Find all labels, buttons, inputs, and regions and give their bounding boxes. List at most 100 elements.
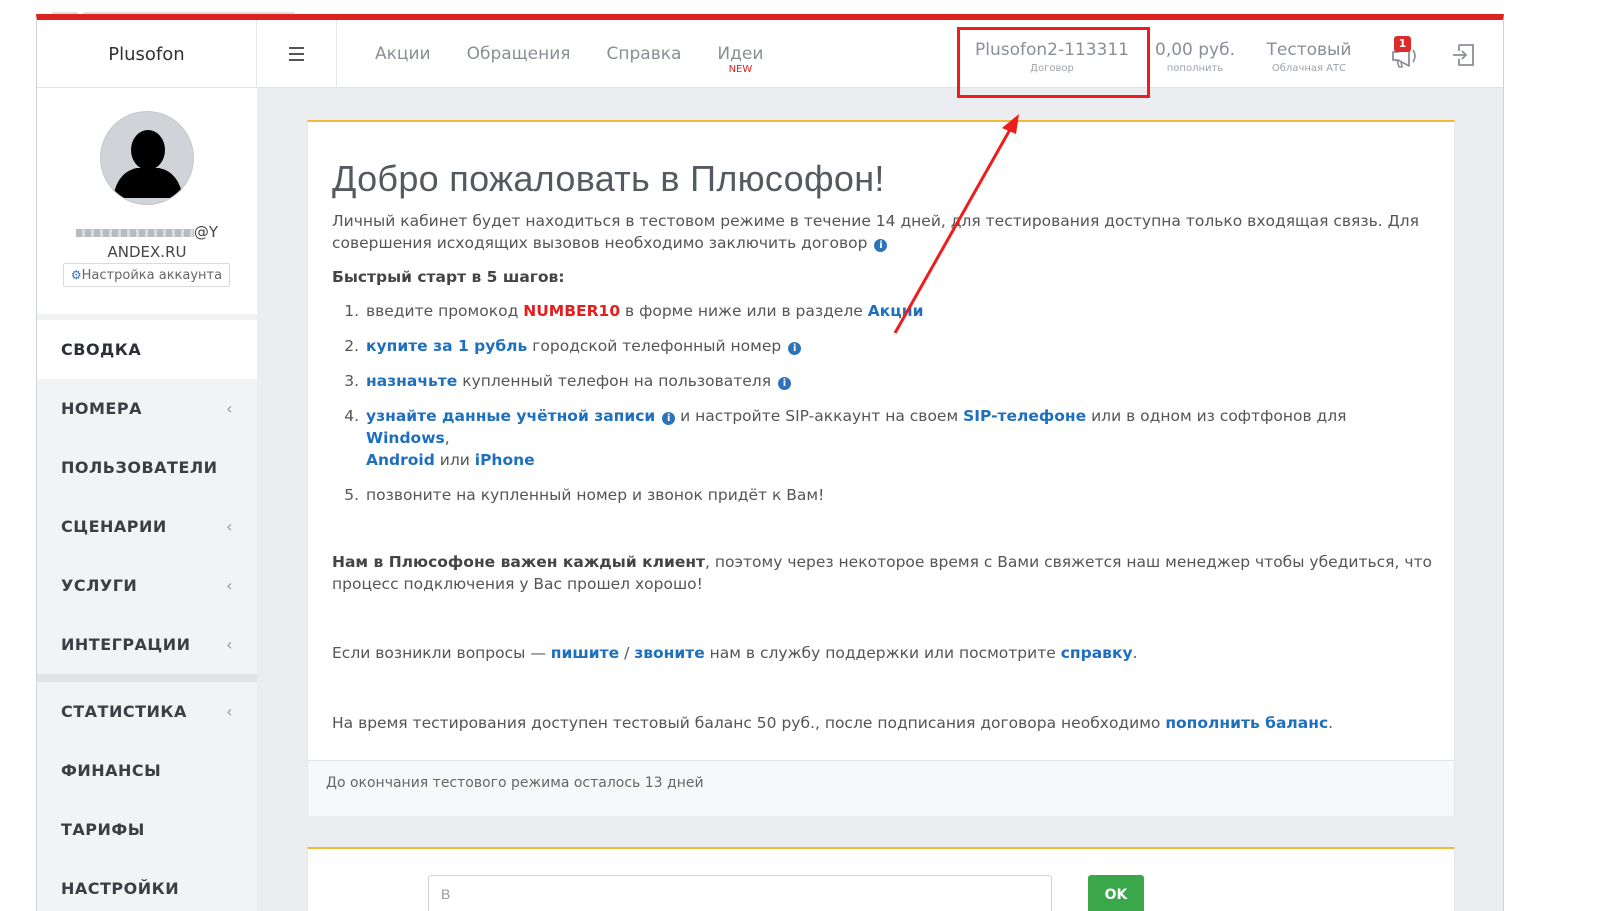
balance-paragraph: На время тестирования доступен тестовый … [332, 712, 1432, 734]
intro-text: Личный кабинет будет находиться в тестов… [332, 210, 1432, 254]
sidebar-item-services[interactable]: УСЛУГИ ‹ [37, 556, 257, 615]
sidebar-item-tariffs[interactable]: ТАРИФЫ [37, 800, 257, 859]
sidebar-item-label: ИНТЕГРАЦИИ [61, 635, 191, 654]
sidebar-item-settings[interactable]: НАСТРОЙКИ [37, 859, 257, 911]
page-title: Добро пожаловать в Плюсофон! [332, 158, 885, 199]
promo-code-input[interactable]: В [428, 875, 1052, 911]
step-text: или [434, 451, 475, 469]
info-icon[interactable]: i [788, 342, 802, 355]
info-icon[interactable]: i [662, 412, 676, 425]
nav-item-promotions[interactable]: Акции [357, 20, 449, 88]
nav-item-tickets[interactable]: Обращения [449, 20, 589, 88]
step-text: городской телефонный номер [527, 337, 782, 355]
tariff-block[interactable]: Тестовый Облачная АТС [1259, 20, 1359, 88]
promo-code: NUMBER10 [523, 302, 621, 320]
welcome-body: Добро пожаловать в Плюсофон! Личный каби… [332, 158, 1432, 734]
chevron-left-icon: ‹ [226, 576, 233, 595]
separator-text: / [619, 644, 635, 662]
buy-number-link[interactable]: купите за 1 рубль [366, 337, 527, 355]
balance-text: . [1328, 714, 1334, 732]
sidebar-item-label: СЦЕНАРИИ [61, 517, 167, 536]
step-text: в форме ниже или в разделе [620, 302, 868, 320]
sidebar-item-label: ФИНАНСЫ [61, 761, 162, 780]
email-part: @Y [193, 223, 219, 241]
topup-link[interactable]: пополнить [1154, 63, 1236, 74]
sidebar-menu: СВОДКА НОМЕРА ‹ ПОЛЬЗОВАТЕЛИ СЦЕНАРИИ ‹ УС… [37, 320, 257, 911]
sidebar-divider [37, 674, 257, 682]
sidebar-item-label: НОМЕРА [61, 399, 142, 418]
client-paragraph: Нам в Плюсофоне важен каждый клиент, поэ… [332, 551, 1432, 595]
brand-logo[interactable]: Plusofon [37, 20, 257, 88]
support-paragraph: Если возникли вопросы — пишите / звоните… [332, 642, 1432, 664]
logout-button[interactable] [1449, 40, 1479, 70]
client-bold: Нам в Плюсофоне важен каждый клиент [332, 553, 706, 571]
balance-block[interactable]: 0,00 руб. пополнить [1154, 20, 1236, 88]
chevron-left-icon: ‹ [226, 635, 233, 654]
menu-toggle-button[interactable] [257, 20, 337, 88]
help-link[interactable]: справку [1061, 644, 1133, 662]
account-settings-button[interactable]: ⚙Настройка аккаунта [63, 263, 230, 287]
app-frame: Plusofon Акции Обращения Справка Идеи NEW… [36, 14, 1504, 911]
sidebar-item-statistics[interactable]: СТАТИСТИКА ‹ [37, 682, 257, 741]
nav-label: Справка [606, 44, 682, 64]
chevron-left-icon: ‹ [226, 702, 233, 721]
email-domain: ANDEX.RU [107, 243, 187, 261]
sidebar-item-label: НАСТРОЙКИ [61, 879, 180, 898]
promotions-link[interactable]: Акции [868, 302, 924, 320]
support-text: Если возникли вопросы — [332, 644, 551, 662]
write-support-link[interactable]: пишите [551, 644, 619, 662]
nav-label: Акции [375, 44, 431, 64]
info-icon[interactable]: i [874, 239, 888, 252]
support-text: . [1132, 644, 1138, 662]
redacted-email [75, 228, 194, 237]
topup-balance-link[interactable]: пополнить баланс [1165, 714, 1328, 732]
call-support-link[interactable]: звоните [634, 644, 705, 662]
sidebar-item-finance[interactable]: ФИНАНСЫ [37, 741, 257, 800]
chevron-left-icon: ‹ [226, 517, 233, 536]
sidebar-item-label: СВОДКА [61, 340, 142, 359]
android-link[interactable]: Android [366, 451, 435, 469]
sidebar-item-numbers[interactable]: НОМЕРА ‹ [37, 379, 257, 438]
info-icon[interactable]: i [777, 377, 791, 390]
sidebar-item-integrations[interactable]: ИНТЕГРАЦИИ ‹ [37, 615, 257, 674]
promo-ok-button[interactable]: OK [1088, 875, 1144, 911]
nav-label: Обращения [466, 44, 571, 64]
windows-link[interactable]: Windows [366, 429, 445, 447]
page: Plusofon Акции Обращения Справка Идеи NEW… [0, 0, 1603, 911]
balance-value: 0,00 руб. [1155, 40, 1235, 60]
nav-item-help[interactable]: Справка [589, 20, 700, 88]
chevron-left-icon: ‹ [226, 399, 233, 418]
sidebar-item-label: УСЛУГИ [61, 576, 138, 595]
list-item: купите за 1 рубль городской телефонный н… [364, 335, 1432, 357]
step-text: введите промокод [366, 302, 524, 320]
user-email: @Y ANDEX.RU [37, 222, 257, 262]
tariff-label: Облачная АТС [1271, 63, 1347, 74]
sidebar-item-label: ТАРИФЫ [61, 820, 145, 839]
avatar[interactable] [100, 111, 194, 205]
step-text: , [444, 429, 450, 447]
step-text: позвоните на купленный номер и звонок пр… [366, 486, 825, 504]
trial-remaining-footer: До окончания тестового режима осталось 1… [308, 760, 1454, 816]
nav-label: Идеи [717, 44, 764, 64]
sidebar: @Y ANDEX.RU ⚙Настройка аккаунта СВОДКА Н… [37, 88, 257, 911]
menu-icon [289, 45, 304, 63]
user-avatar-icon [113, 130, 183, 198]
iphone-link[interactable]: iPhone [475, 451, 535, 469]
logout-icon [1453, 44, 1474, 66]
browser-tab-strip [52, 0, 297, 15]
sidebar-item-users[interactable]: ПОЛЬЗОВАТЕЛИ [37, 438, 257, 497]
sidebar-item-summary[interactable]: СВОДКА [37, 320, 257, 379]
welcome-card: Добро пожаловать в Плюсофон! Личный каби… [307, 120, 1455, 816]
sip-phone-link[interactable]: SIP-телефоне [963, 407, 1086, 425]
assign-number-link[interactable]: назначьте [366, 372, 457, 390]
notification-count-badge: 1 [1394, 36, 1411, 52]
list-item: узнайте данные учётной записи i и настро… [364, 405, 1432, 471]
profile-card: @Y ANDEX.RU ⚙Настройка аккаунта [37, 88, 257, 314]
sidebar-item-scenarios[interactable]: СЦЕНАРИИ ‹ [37, 497, 257, 556]
top-header: Plusofon Акции Обращения Справка Идеи NEW… [37, 20, 1503, 88]
gear-icon: ⚙ [70, 268, 82, 282]
nav-item-ideas[interactable]: Идеи NEW [699, 20, 781, 88]
account-data-link[interactable]: узнайте данные учётной записи [366, 407, 655, 425]
step-text: и настройте SIP-аккаунт на своем [675, 407, 964, 425]
tariff-value: Тестовый [1266, 40, 1352, 60]
